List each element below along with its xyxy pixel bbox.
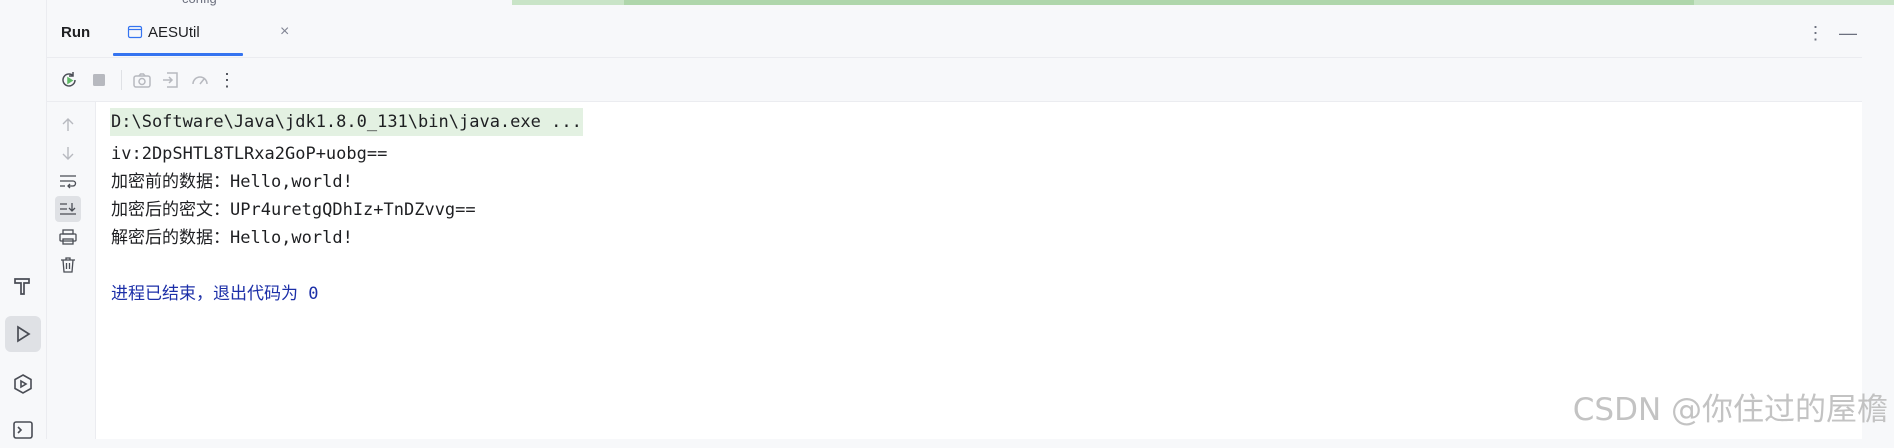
- console-command-line[interactable]: D:\Software\Java\jdk1.8.0_131\bin\java.e…: [110, 108, 583, 136]
- tab-aesutil[interactable]: AESUtil ×: [111, 7, 289, 57]
- editor-breadcrumb: config: [182, 0, 217, 6]
- editor-highlight: [512, 0, 624, 5]
- minimize-icon[interactable]: —: [1834, 23, 1862, 44]
- console-line: 加密前的数据：Hello,world!: [111, 172, 353, 192]
- tab-label: AESUtil: [148, 24, 200, 41]
- more-options-icon[interactable]: ⋮: [1802, 23, 1830, 44]
- editor-highlight: [624, 0, 1694, 5]
- java-class-file-icon: [127, 24, 143, 45]
- coverage-icon[interactable]: [188, 68, 212, 92]
- active-tab-indicator: [113, 53, 243, 56]
- run-icon[interactable]: [5, 316, 41, 352]
- services-icon[interactable]: [5, 366, 41, 402]
- close-icon[interactable]: ×: [280, 24, 289, 40]
- scroll-to-end-icon[interactable]: [55, 196, 81, 222]
- editor-remnant: config: [46, 0, 1894, 7]
- process-exit-message: 进程已结束，退出代码为 0: [111, 284, 319, 304]
- left-tool-strip: [0, 0, 47, 439]
- stop-icon[interactable]: [87, 68, 111, 92]
- camera-icon[interactable]: [130, 68, 154, 92]
- header-actions: ⋮ —: [1802, 23, 1862, 44]
- restore-layout-icon[interactable]: [159, 68, 183, 92]
- delete-icon[interactable]: [55, 252, 81, 278]
- run-panel-header: Run AESUtil × ⋮ —: [47, 7, 1862, 58]
- toolbar-separator: [121, 70, 122, 90]
- more-options-icon[interactable]: ⋮: [215, 68, 239, 92]
- rerun-icon[interactable]: [57, 68, 81, 92]
- arrow-down-icon[interactable]: [55, 140, 81, 166]
- editor-highlight: [1694, 0, 1894, 5]
- console-gutter: [47, 102, 96, 439]
- print-icon[interactable]: [55, 224, 81, 250]
- right-tool-strip: [1862, 7, 1894, 439]
- console-line: 加密后的密文：UPr4uretgQDhIz+TnDZvvg==: [111, 200, 476, 220]
- arrow-up-icon[interactable]: [55, 112, 81, 138]
- soft-wrap-icon[interactable]: [55, 168, 81, 194]
- watermark: CSDN @你住过的屋檐: [1572, 392, 1888, 428]
- run-panel-title: Run: [61, 24, 91, 41]
- console-line: 解密后的数据：Hello,world!: [111, 228, 353, 248]
- run-toolbar: ⋮: [47, 58, 1862, 102]
- console-line: iv:2DpSHTL8TLRxa2GoP+uobg==: [111, 144, 388, 164]
- build-hammer-icon[interactable]: [5, 268, 41, 304]
- terminal-icon[interactable]: [5, 412, 41, 448]
